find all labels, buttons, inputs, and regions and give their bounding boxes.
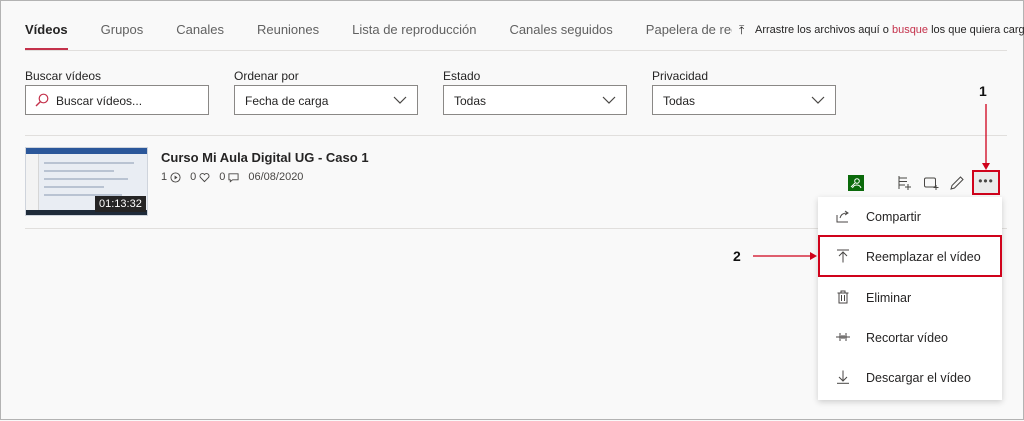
search-placeholder: Buscar vídeos... bbox=[56, 94, 143, 108]
share-icon bbox=[836, 210, 849, 223]
tab-playlists[interactable]: Lista de reproducción bbox=[352, 1, 476, 49]
video-title[interactable]: Curso Mi Aula Digital UG - Caso 1 bbox=[161, 150, 369, 165]
video-duration: 01:13:32 bbox=[95, 196, 146, 212]
download-icon bbox=[837, 370, 849, 384]
chevron-down-icon bbox=[602, 96, 616, 104]
menu-item-label: Reemplazar el vídeo bbox=[866, 250, 981, 264]
upload-date: 06/08/2020 bbox=[248, 171, 304, 183]
annotation-step-1: 1 bbox=[979, 83, 987, 99]
tab-groups[interactable]: Grupos bbox=[101, 1, 144, 49]
tab-bar: Vídeos Grupos Canales Reuniones Lista de… bbox=[25, 1, 765, 50]
browse-link[interactable]: busque bbox=[892, 24, 928, 36]
comment-icon bbox=[228, 172, 239, 183]
app-frame: Vídeos Grupos Canales Reuniones Lista de… bbox=[0, 0, 1024, 420]
menu-item-trim-video[interactable]: Recortar vídeo bbox=[818, 322, 1002, 354]
sort-label: Ordenar por bbox=[234, 69, 299, 83]
menu-item-label: Descargar el vídeo bbox=[866, 371, 971, 385]
upload-icon bbox=[837, 249, 849, 263]
tab-meetings[interactable]: Reuniones bbox=[257, 1, 319, 49]
trash-icon bbox=[837, 290, 849, 304]
add-to-channel-icon[interactable] bbox=[923, 175, 939, 191]
comments-count: 0 bbox=[219, 171, 226, 183]
menu-item-share[interactable]: Compartir bbox=[818, 201, 1002, 233]
play-icon bbox=[170, 171, 181, 183]
search-input[interactable]: Buscar vídeos... bbox=[25, 85, 209, 115]
upload-hint-suffix: los que quiera cargar. bbox=[931, 24, 1024, 36]
annotation-step-2: 2 bbox=[733, 248, 741, 264]
privacy-label: Privacidad bbox=[652, 69, 709, 83]
menu-item-delete[interactable]: Eliminar bbox=[818, 282, 1002, 314]
status-value: Todas bbox=[454, 94, 487, 108]
search-icon bbox=[35, 93, 49, 107]
divider bbox=[25, 50, 1007, 51]
privacy-select[interactable]: Todas bbox=[652, 85, 836, 115]
tab-videos[interactable]: Vídeos bbox=[25, 1, 68, 50]
tab-recycle-bin[interactable]: Papelera de reciclaje bbox=[646, 1, 732, 49]
menu-item-replace-video[interactable]: Reemplazar el vídeo bbox=[818, 235, 1002, 277]
upload-icon: ⤒ bbox=[739, 23, 745, 37]
heart-icon bbox=[199, 172, 210, 182]
trim-icon bbox=[836, 333, 850, 341]
menu-item-label: Eliminar bbox=[866, 291, 912, 305]
status-label: Estado bbox=[443, 69, 481, 83]
search-label: Buscar vídeos bbox=[25, 69, 102, 83]
chevron-down-icon bbox=[811, 96, 825, 104]
privacy-status-icon bbox=[848, 175, 864, 191]
divider bbox=[25, 135, 1007, 136]
tab-followed-channels[interactable]: Canales seguidos bbox=[509, 1, 612, 49]
upload-hint: ⤒ Arrastre los archivos aquí o busque los… bbox=[739, 23, 1024, 38]
views-count: 1 bbox=[161, 171, 168, 183]
more-options-button[interactable]: ••• bbox=[972, 170, 1000, 195]
sort-select[interactable]: Fecha de carga bbox=[234, 85, 418, 115]
tab-channels[interactable]: Canales bbox=[176, 1, 224, 49]
menu-item-download-video[interactable]: Descargar el vídeo bbox=[818, 362, 1002, 394]
add-to-playlist-icon[interactable] bbox=[897, 175, 913, 191]
sort-value: Fecha de carga bbox=[245, 94, 329, 108]
edit-icon[interactable] bbox=[949, 175, 965, 191]
menu-item-label: Recortar vídeo bbox=[866, 331, 948, 345]
likes-count: 0 bbox=[190, 171, 197, 183]
video-meta: 1 0 0 06/08/2020 bbox=[161, 171, 312, 183]
chevron-down-icon bbox=[393, 96, 407, 104]
video-options-menu: Compartir Reemplazar el vídeo Eliminar R… bbox=[818, 197, 1002, 400]
upload-hint-prefix: Arrastre los archivos aquí o bbox=[755, 24, 889, 36]
status-select[interactable]: Todas bbox=[443, 85, 627, 115]
menu-item-label: Compartir bbox=[866, 210, 921, 224]
privacy-value: Todas bbox=[663, 94, 696, 108]
